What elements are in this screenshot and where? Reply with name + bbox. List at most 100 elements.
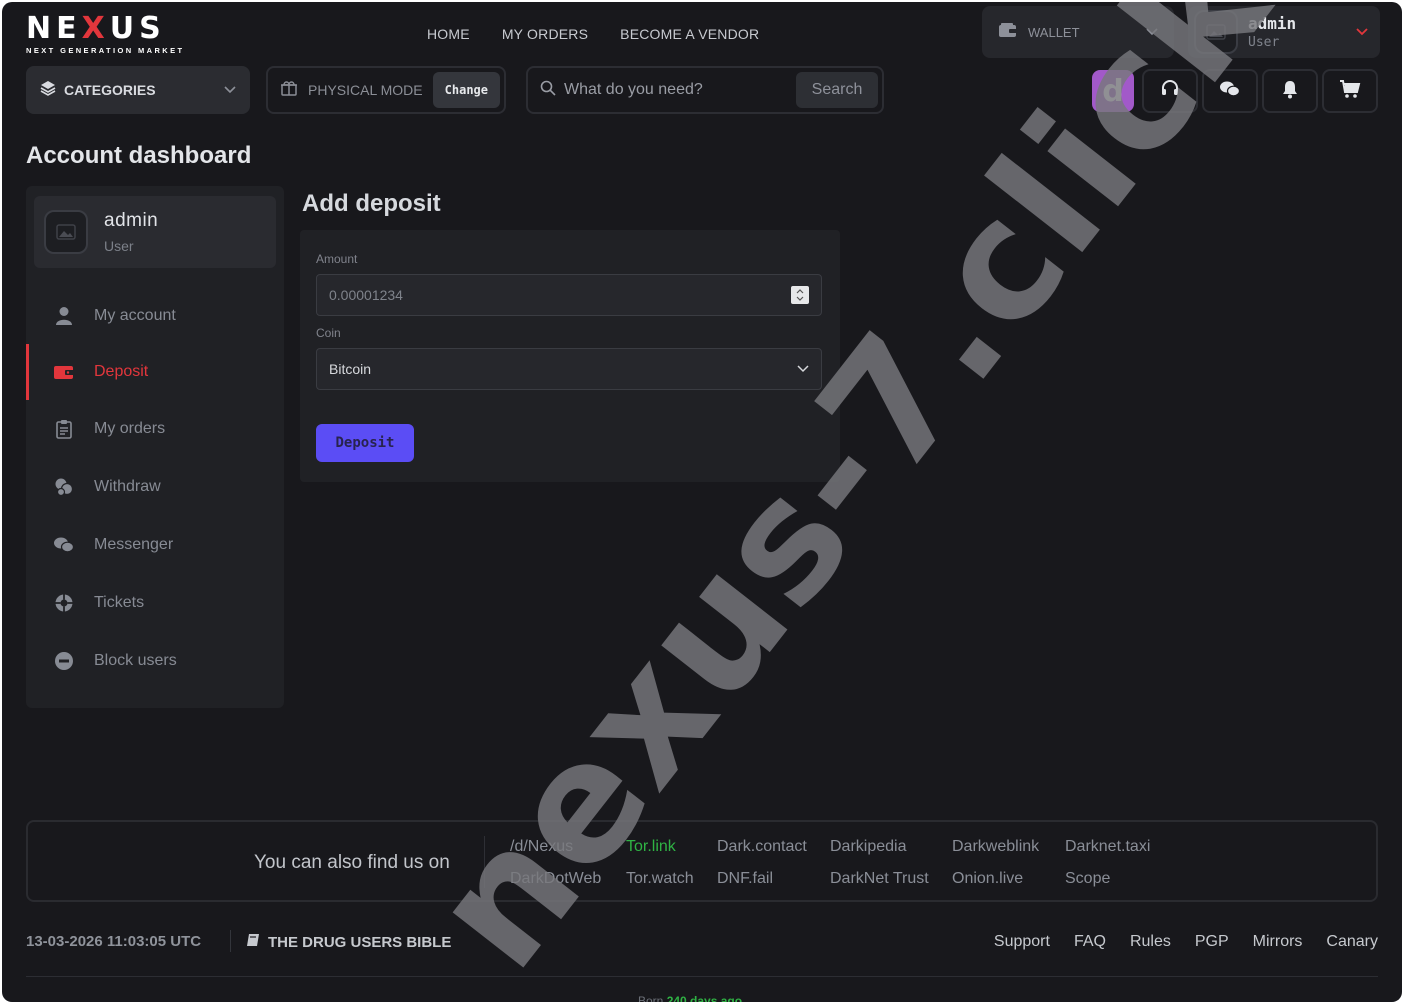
coin-select[interactable]: Bitcoin — [316, 348, 822, 390]
deposit-title: Add deposit — [302, 190, 441, 217]
find-us-text: You can also find us on — [254, 852, 450, 873]
divider — [484, 836, 485, 888]
footer-link-faq[interactable]: FAQ — [1074, 933, 1106, 951]
sidebar-item-label: Deposit — [94, 363, 149, 380]
chevron-down-icon — [1356, 25, 1368, 39]
change-mode-button[interactable]: Change — [432, 72, 500, 108]
footer-link-pgp[interactable]: PGP — [1195, 933, 1229, 951]
number-stepper-icon[interactable] — [791, 286, 809, 304]
footer-link-canary[interactable]: Canary — [1326, 933, 1378, 951]
sidebar-item-block-users[interactable]: Block users — [26, 633, 284, 689]
mirror-link[interactable]: Tor.link — [626, 838, 676, 856]
search-icon — [540, 80, 556, 101]
layers-icon — [40, 80, 56, 101]
mirror-link[interactable]: Darkweblink — [952, 838, 1039, 856]
sidebar-item-label: My account — [94, 307, 176, 324]
sidebar-user-name: admin — [104, 210, 159, 231]
chevron-down-icon — [224, 81, 236, 99]
user-icon — [52, 306, 76, 326]
user-menu[interactable]: admin User — [1188, 6, 1380, 58]
app-window: NEXUS NEXT GENERATION MARKET HOME MY ORD… — [2, 2, 1402, 1002]
support-button[interactable] — [1142, 69, 1198, 113]
image-placeholder-icon — [1206, 24, 1226, 40]
headset-icon — [1160, 79, 1180, 104]
deposit-form: Amount 0.00001234 Coin Bitcoin Deposit — [300, 230, 840, 482]
wallet-label: WALLET — [1028, 24, 1080, 40]
mirror-link[interactable]: Onion.live — [952, 870, 1023, 888]
footer-link-support[interactable]: Support — [994, 933, 1050, 951]
mirror-link[interactable]: DarkDotWeb — [510, 870, 601, 888]
sidebar-item-label: Messenger — [94, 536, 174, 553]
clipboard-icon — [52, 419, 76, 439]
nav-become-vendor[interactable]: BECOME A VENDOR — [620, 26, 759, 42]
chat-icon — [1219, 80, 1241, 103]
wallet-dropdown[interactable]: WALLET — [982, 6, 1174, 58]
sidebar-item-my-account[interactable]: My account — [26, 288, 284, 344]
amount-field[interactable]: 0.00001234 — [316, 274, 822, 316]
sidebar-item-tickets[interactable]: Tickets — [26, 575, 284, 631]
server-datetime: 13-03-2026 11:03:05 UTC — [26, 933, 202, 950]
mode-switcher: PHYSICAL MODE Change — [266, 66, 506, 114]
mirror-link[interactable]: Tor.watch — [626, 870, 694, 888]
drug-users-bible-link[interactable]: THE DRUG USERS BIBLE — [246, 933, 451, 951]
divider — [230, 930, 231, 952]
notifications-button[interactable] — [1262, 69, 1318, 113]
cart-icon — [1339, 79, 1361, 104]
mirror-link[interactable]: Scope — [1065, 870, 1110, 888]
mirror-link[interactable]: Darkipedia — [830, 838, 906, 856]
categories-label: CATEGORIES — [64, 82, 156, 98]
search-button[interactable]: Search — [796, 72, 878, 108]
wallet-icon — [998, 22, 1018, 43]
sidebar-item-my-orders[interactable]: My orders — [26, 401, 284, 457]
deposit-button[interactable]: Deposit — [316, 424, 414, 462]
messages-button[interactable] — [1202, 69, 1258, 113]
chevron-down-icon — [797, 360, 809, 378]
lifebuoy-icon — [52, 593, 76, 613]
mode-label: PHYSICAL MODE — [308, 82, 423, 98]
user-name: admin — [1248, 14, 1297, 33]
coin-label: Coin — [316, 326, 341, 340]
minus-circle-icon — [52, 651, 76, 671]
sidebar-item-messenger[interactable]: Messenger — [26, 517, 284, 573]
mirror-link[interactable]: /d/Nexus — [510, 838, 573, 856]
wallet-icon — [52, 364, 76, 380]
footer-bar: 13-03-2026 11:03:05 UTC THE DRUG USERS B… — [26, 930, 1378, 954]
brand-tagline: NEXT GENERATION MARKET — [26, 46, 185, 55]
mirrors-panel: You can also find us on /d/Nexus Tor.lin… — [26, 820, 1378, 902]
box-icon — [280, 80, 298, 101]
coin-selected-value: Bitcoin — [329, 361, 372, 377]
amount-label: Amount — [316, 252, 358, 266]
sidebar-item-deposit[interactable]: Deposit — [26, 344, 284, 400]
cart-button[interactable] — [1322, 69, 1378, 113]
market-age-text: Born 240 days ago — [638, 994, 743, 1002]
search-input[interactable] — [564, 81, 796, 99]
bible-label: THE DRUG USERS BIBLE — [268, 933, 452, 951]
money-icon — [52, 477, 76, 497]
book-icon — [246, 933, 260, 951]
page-title: Account dashboard — [26, 142, 252, 169]
avatar — [44, 210, 88, 254]
nav-my-orders[interactable]: MY ORDERS — [502, 26, 588, 42]
sidebar-user-card: admin User — [34, 196, 276, 268]
chat-icon — [52, 536, 76, 554]
mirror-link[interactable]: Dark.contact — [717, 838, 807, 856]
chevron-down-icon — [1146, 23, 1158, 41]
mirror-link[interactable]: DNF.fail — [717, 870, 773, 888]
d-badge-button[interactable]: d — [1092, 70, 1134, 112]
mirror-link[interactable]: Darknet.taxi — [1065, 838, 1150, 856]
brand-wordmark: NEXUS — [26, 11, 166, 46]
user-role: User — [1248, 35, 1280, 50]
mirror-link[interactable]: DarkNet Trust — [830, 870, 929, 888]
footer-link-mirrors[interactable]: Mirrors — [1253, 933, 1303, 951]
categories-dropdown[interactable]: CATEGORIES — [26, 66, 250, 114]
sidebar-item-withdraw[interactable]: Withdraw — [26, 459, 284, 515]
divider — [26, 976, 1378, 977]
brand-logo[interactable]: NEXUS NEXT GENERATION MARKET — [26, 14, 196, 56]
sidebar-item-label: Block users — [94, 652, 177, 669]
footer-links: Support FAQ Rules PGP Mirrors Canary — [994, 933, 1378, 951]
amount-placeholder: 0.00001234 — [329, 287, 403, 303]
footer-link-rules[interactable]: Rules — [1130, 933, 1171, 951]
sidebar-item-label: Withdraw — [94, 478, 161, 495]
nav-home[interactable]: HOME — [427, 26, 470, 42]
top-nav: HOME MY ORDERS BECOME A VENDOR — [427, 26, 759, 42]
